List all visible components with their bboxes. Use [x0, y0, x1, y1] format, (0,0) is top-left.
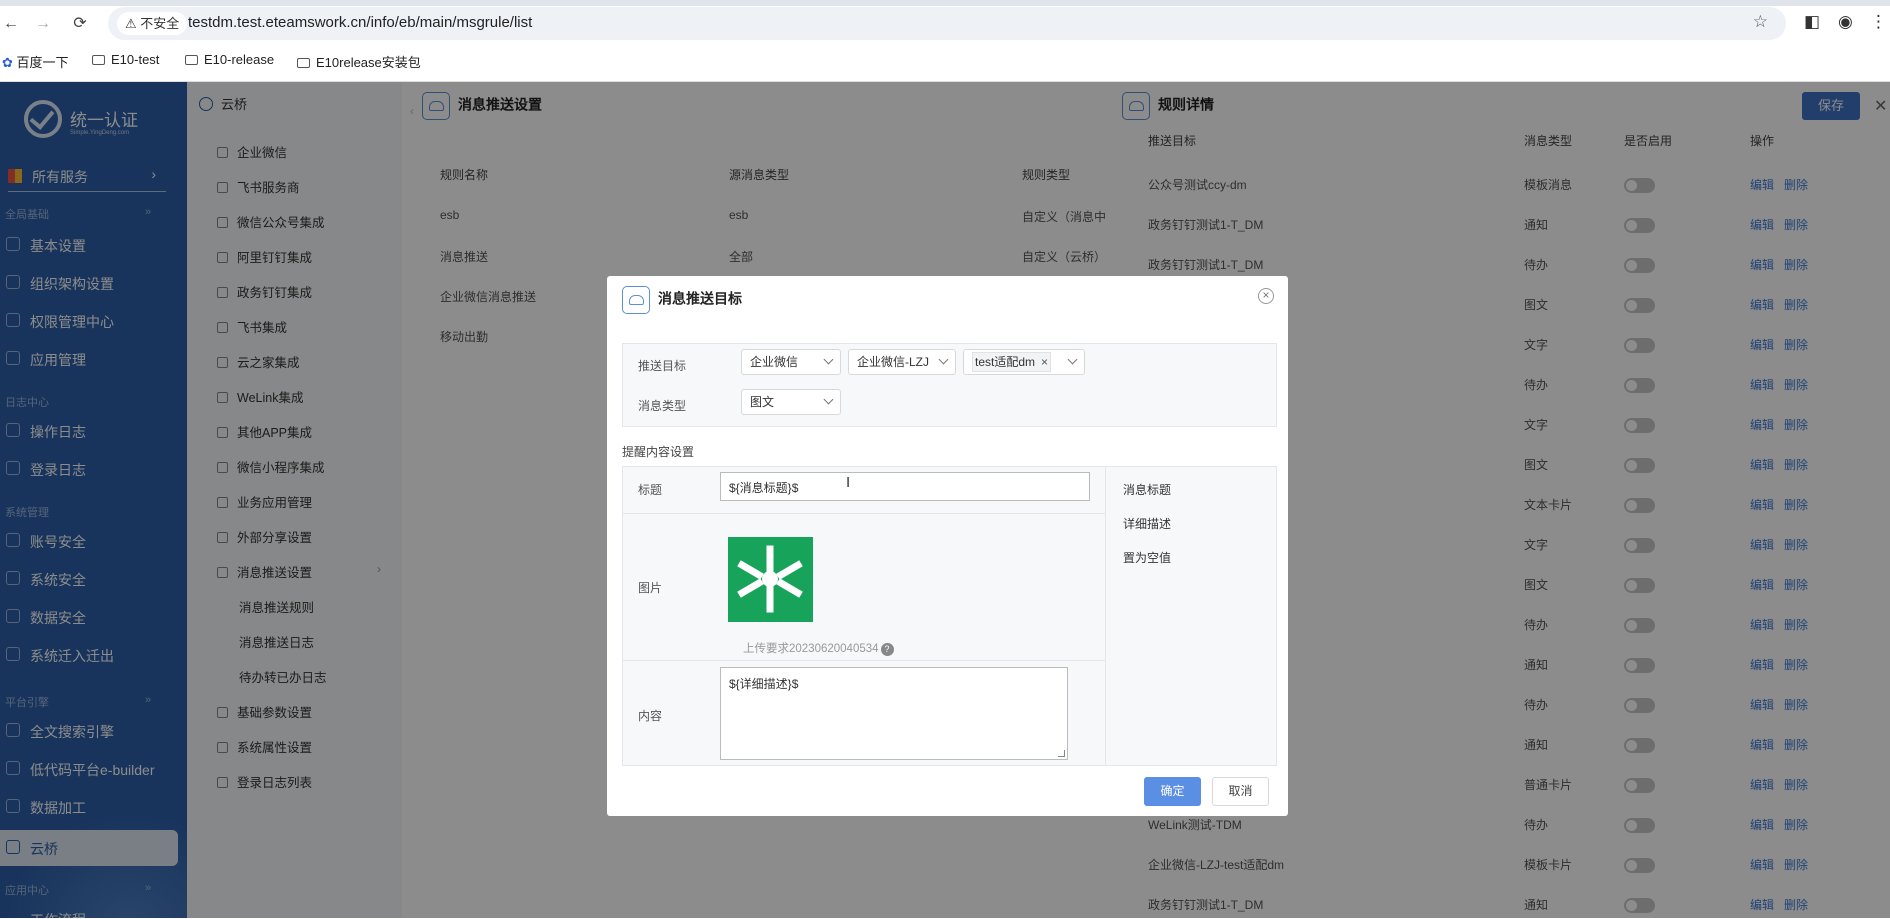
forward-icon[interactable]: →: [32, 13, 54, 35]
reload-icon[interactable]: ⟳: [69, 13, 91, 35]
confirm-button[interactable]: 确定: [1144, 777, 1201, 806]
back-icon[interactable]: ←: [0, 13, 22, 35]
target-label: 推送目标: [638, 359, 687, 373]
security-indicator[interactable]: ⚠ 不安全: [117, 12, 188, 35]
content-settings-box: 标题 ${消息标题}$ I 图片 上传要求20230620040534? 内容 …: [622, 466, 1277, 766]
variable-message-title[interactable]: 消息标题: [1123, 481, 1171, 498]
url-text[interactable]: testdm.test.eteamswork.cn/info/eb/main/m…: [188, 14, 532, 31]
divider: [623, 513, 1105, 514]
bookmarks-bar: ✿ 百度一下 E10-test E10-release E10release安装…: [0, 50, 600, 72]
content-textarea[interactable]: ${详细描述}$: [720, 667, 1068, 760]
close-icon[interactable]: ×: [1258, 288, 1274, 304]
folder-icon: [297, 58, 310, 68]
content-section-title: 提醒内容设置: [622, 445, 695, 459]
folder-icon: [92, 55, 105, 65]
cloud-icon: [622, 286, 650, 314]
chevron-down-icon: [938, 354, 949, 365]
variable-detail-description[interactable]: 详细描述: [1123, 515, 1171, 532]
title-input[interactable]: ${消息标题}$: [720, 472, 1090, 501]
target-platform-select[interactable]: 企业微信: [741, 349, 841, 375]
content-field-label: 内容: [638, 709, 663, 723]
variable-set-empty[interactable]: 置为空值: [1123, 549, 1171, 566]
chevron-down-icon: [823, 394, 834, 405]
folder-icon: [185, 55, 198, 65]
resize-handle-icon[interactable]: [1058, 750, 1065, 757]
warning-icon: ⚠: [125, 16, 137, 31]
target-settings-box: 推送目标 企业微信 企业微信-LZJ test适配dm × 消息类型 图文: [622, 343, 1277, 427]
text-cursor-icon: I: [846, 474, 851, 491]
msgtype-select[interactable]: 图文: [741, 389, 841, 415]
help-icon[interactable]: ?: [880, 643, 894, 656]
logo-image-icon: [737, 545, 803, 613]
bookmark-star-icon[interactable]: ☆: [1753, 12, 1768, 32]
menu-icon[interactable]: ⋮: [1870, 12, 1887, 32]
cancel-button[interactable]: 取消: [1212, 777, 1269, 806]
uploaded-image[interactable]: [728, 537, 813, 622]
profile-icon[interactable]: ◉: [1838, 12, 1853, 32]
target-app-select[interactable]: 企业微信-LZJ: [848, 349, 956, 375]
divider: [623, 660, 1105, 661]
remove-tag-icon[interactable]: ×: [1041, 353, 1048, 371]
browser-chrome: ← → ⟳ ⚠ 不安全 testdm.test.eteamswork.cn/in…: [0, 0, 1890, 82]
bookmark-e10release-pkg[interactable]: E10release安装包: [297, 52, 421, 71]
push-target-modal: 消息推送目标 × 推送目标 企业微信 企业微信-LZJ test适配dm × 消息…: [607, 276, 1288, 816]
msgtype-label: 消息类型: [638, 399, 687, 413]
bookmark-baidu[interactable]: ✿ 百度一下: [2, 52, 69, 71]
chevron-down-icon: [1067, 354, 1078, 365]
tab-strip: [0, 0, 1890, 6]
divider: [1105, 467, 1106, 765]
upload-hint: 上传要求20230620040534?: [743, 640, 894, 656]
bookmark-e10-test[interactable]: E10-test: [92, 52, 159, 67]
chevron-down-icon: [823, 354, 834, 365]
bookmark-e10-release[interactable]: E10-release: [185, 52, 274, 67]
paw-icon: ✿: [2, 55, 13, 70]
selected-tag: test适配dm ×: [972, 352, 1052, 372]
address-bar[interactable]: ⚠ 不安全 testdm.test.eteamswork.cn/info/eb/…: [108, 7, 1786, 40]
title-field-label: 标题: [638, 483, 663, 497]
image-field-label: 图片: [638, 581, 663, 595]
target-tenant-select[interactable]: test适配dm ×: [963, 349, 1085, 375]
side-panel-icon[interactable]: ◧: [1804, 12, 1820, 32]
modal-title: 消息推送目标: [622, 286, 742, 314]
